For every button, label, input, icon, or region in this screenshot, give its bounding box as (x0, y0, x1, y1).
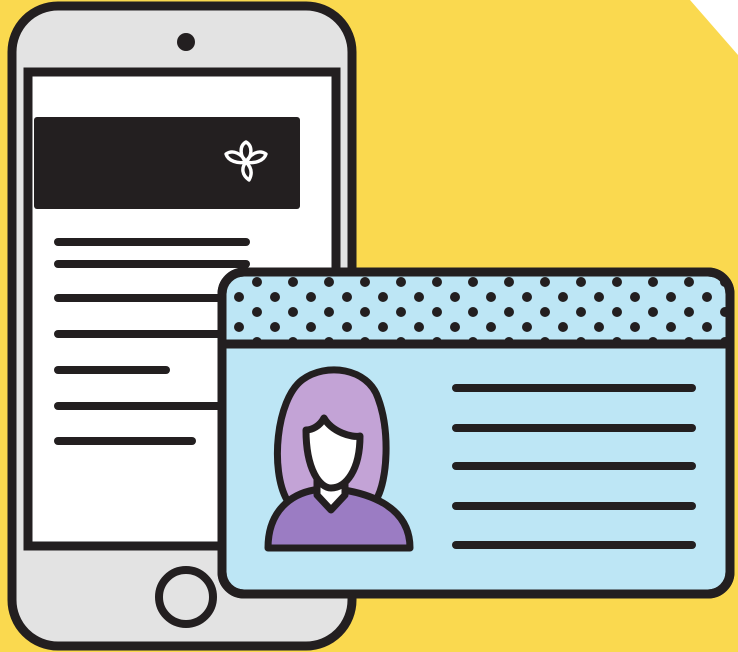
id-card-header-pattern (222, 272, 730, 344)
phone-camera (177, 33, 195, 51)
phone-home-button[interactable] (155, 566, 217, 628)
illustration (0, 0, 738, 652)
id-card (217, 267, 735, 599)
phone-banner (34, 117, 300, 209)
phone-and-id-card-illustration (0, 0, 738, 652)
